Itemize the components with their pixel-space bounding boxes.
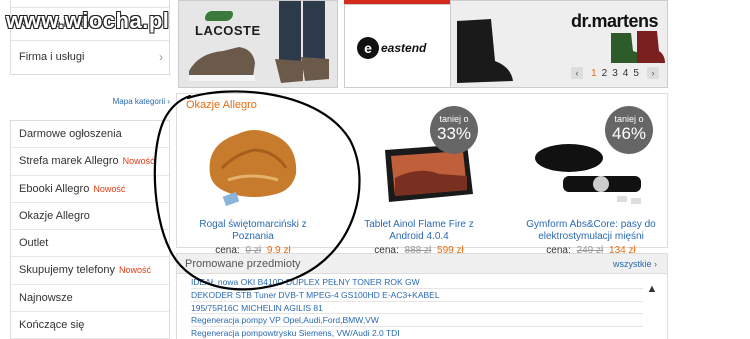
category-item-firma[interactable]: Firma i usługi ›	[11, 41, 169, 74]
banner-eastend[interactable]: e eastend	[344, 4, 454, 88]
nav-label: Strefa marek Allegro	[19, 155, 119, 168]
category-label: Firma i usługi	[19, 51, 85, 63]
lacoste-logo: LACOSTE	[195, 23, 261, 38]
promo-item[interactable]: IDEAŁ nowa OKI B410D DUPLEX PEŁNY TONER …	[191, 276, 643, 289]
eastend-logo: eastend	[381, 41, 427, 55]
product-name: Rogal świętomarciński z Poznania	[199, 219, 307, 242]
new-badge: Nowość	[93, 183, 126, 194]
croissant-image	[209, 130, 297, 207]
eastend-logo-icon: e	[357, 37, 379, 59]
pager-page-4[interactable]: 4	[623, 68, 629, 79]
nav-menu: Darmowe ogłoszenia Strefa marek Allegro N…	[10, 120, 170, 339]
drmartens-logo: dr.martens	[571, 11, 659, 31]
banner-strip: LACOSTE e eastend dr.martens ‹ 12345 ›	[178, 0, 668, 88]
new-badge: Nowość	[119, 265, 152, 276]
product-card-rogal[interactable]: Rogal świętomarciński z Poznania cena: 0…	[183, 102, 323, 256]
chevron-up-icon[interactable]: ▲	[645, 282, 659, 296]
nav-item-outlet[interactable]: Outlet	[11, 230, 169, 258]
pager-page-2[interactable]: 2	[602, 68, 608, 79]
nav-label: Okazje Allegro	[19, 209, 90, 222]
nav-label: Skupujemy telefony	[19, 264, 115, 277]
nav-label: Darmowe ogłoszenia	[19, 128, 122, 140]
croc-logo-icon	[205, 11, 233, 21]
promo-item[interactable]: DEKODER STB Tuner DVB-T MPEG-4 GS100HD E…	[191, 289, 643, 302]
product-name: Tablet Ainol Flame Fire z Android 4.0.4	[364, 219, 474, 242]
discount-value: 33%	[436, 124, 472, 143]
discount-label: taniej o	[439, 114, 469, 124]
promo-item[interactable]: 195/75R16C MICHELIN AGILIS 81	[191, 302, 643, 315]
watermark: www.wiocha.pl	[6, 8, 170, 33]
mapa-kategorii-label: Mapa kategorii	[112, 97, 166, 106]
chevron-left-icon[interactable]: ‹	[571, 67, 583, 79]
banner-pager: ‹ 12345 ›	[571, 67, 664, 79]
nav-item-skupujemy[interactable]: Skupujemy telefony Nowość	[11, 257, 169, 285]
nav-item-najnowsze[interactable]: Najnowsze	[11, 285, 169, 313]
promo-item[interactable]: Regeneracja pompowtrysku Siemens, VW/Aud…	[191, 327, 643, 339]
nav-item-strefa-marek[interactable]: Strefa marek Allegro Nowość	[11, 148, 169, 176]
promo-item[interactable]: Regeneracja pompy VP Opel,Audi,Ford,BMW,…	[191, 314, 643, 328]
pager-page-3[interactable]: 3	[612, 68, 618, 79]
promo-list: IDEAŁ nowa OKI B410D DUPLEX PEŁNY TONER …	[191, 276, 643, 339]
discount-badge: taniej o 33%	[430, 106, 478, 154]
pager-page-1[interactable]: 1	[591, 68, 597, 79]
nav-label: Outlet	[19, 237, 49, 250]
nav-item-konczace[interactable]: Kończące się	[11, 312, 169, 339]
chevron-right-icon[interactable]: ›	[646, 67, 659, 79]
nav-item-darmowe[interactable]: Darmowe ogłoszenia	[11, 121, 169, 149]
product-name: Gymform Abs&Core: pasy do elektrostymula…	[526, 219, 656, 242]
promo-title: Promowane przedmioty	[185, 258, 301, 270]
pager-page-5[interactable]: 5	[633, 68, 639, 79]
promo-header: Promowane przedmioty wszystkie ›	[177, 254, 667, 274]
nav-label: Ebooki Allegro	[19, 182, 90, 195]
wszystkie-label: wszystkie	[612, 259, 652, 269]
mapa-kategorii-link[interactable]: Mapa kategorii ›	[113, 97, 170, 106]
new-badge: Nowość	[122, 156, 155, 167]
nav-item-okazje[interactable]: Okazje Allegro	[11, 203, 169, 231]
lacoste-shoes-image	[179, 1, 337, 87]
wszystkie-link[interactable]: wszystkie ›	[613, 259, 657, 269]
nav-item-ebooki[interactable]: Ebooki Allegro Nowość	[11, 176, 169, 203]
chevron-right-icon: ›	[159, 50, 163, 64]
okazje-allegro-box: Okazje Allegro Rogal świętomarciński z P…	[176, 93, 668, 256]
nav-label: Kończące się	[19, 319, 85, 332]
nav-label: Najnowsze	[19, 291, 73, 304]
discount-badge: taniej o 46%	[605, 106, 653, 154]
discount-value: 46%	[611, 124, 647, 143]
banner-drmartens[interactable]: dr.martens ‹ 12345 ›	[450, 0, 668, 88]
discount-label: taniej o	[614, 114, 644, 124]
banner-lacoste[interactable]: LACOSTE	[178, 0, 338, 88]
promowane-przedmioty-box: Promowane przedmioty wszystkie › IDEAŁ n…	[176, 253, 668, 339]
